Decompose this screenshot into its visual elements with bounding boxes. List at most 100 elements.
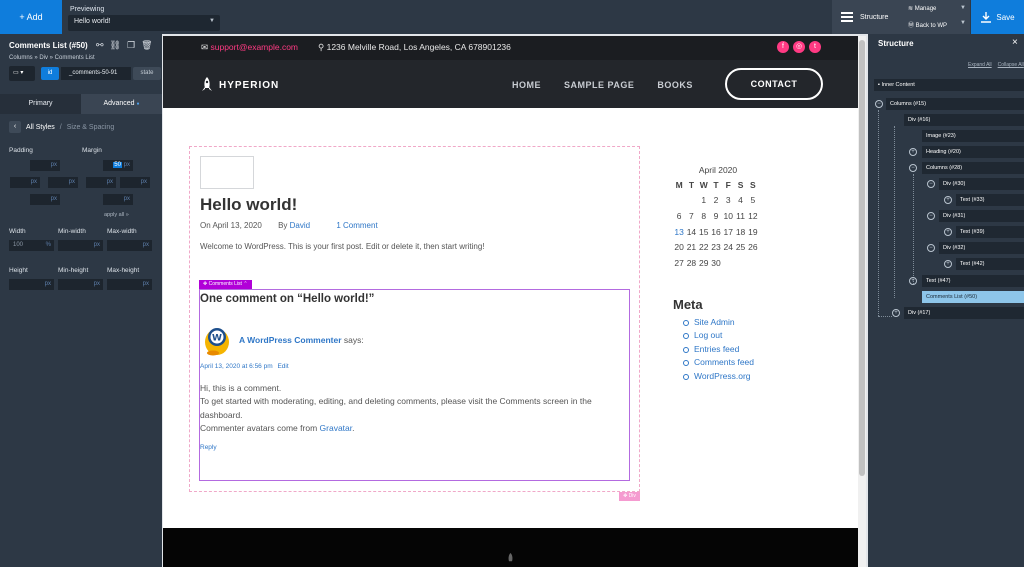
- calendar-day-head: M: [675, 179, 683, 190]
- add-button[interactable]: + Add: [0, 0, 62, 34]
- all-styles-link[interactable]: All Styles: [26, 124, 55, 131]
- post-image[interactable]: [200, 156, 254, 189]
- apply-all-link[interactable]: apply all »: [104, 212, 129, 218]
- calendar-day: 15: [698, 226, 709, 237]
- tree-node-inner-content[interactable]: ▪ Inner Content: [874, 79, 1024, 91]
- tree-node-columns-15[interactable]: Columns (#15): [886, 98, 1024, 110]
- meta-entries-feed[interactable]: Entries feed: [683, 344, 754, 357]
- save-button[interactable]: Save: [971, 0, 1024, 34]
- preview-select[interactable]: Hello world! ▼: [68, 15, 220, 31]
- tree-node-text-47[interactable]: Text (#47): [922, 275, 1024, 287]
- width-input[interactable]: 100%: [9, 240, 54, 251]
- facebook-icon[interactable]: f: [777, 41, 789, 53]
- margin-right-input[interactable]: px: [120, 177, 150, 188]
- comments-list-tag[interactable]: ✥ Comments List ⌃: [199, 280, 252, 289]
- padding-right-input[interactable]: px: [48, 177, 78, 188]
- padding-bottom-input[interactable]: px: [30, 194, 60, 205]
- meta-site-admin[interactable]: Site Admin: [683, 317, 754, 330]
- meta-comments-feed[interactable]: Comments feed: [683, 357, 754, 370]
- margin-top-input[interactable]: 50 px: [103, 160, 133, 171]
- collapse-all-link[interactable]: Collapse All: [998, 62, 1024, 68]
- meta-log-out[interactable]: Log out: [683, 330, 754, 343]
- tree-node-div-30[interactable]: Div (#30): [939, 178, 1024, 190]
- chevron-left-icon[interactable]: ‹: [9, 121, 21, 133]
- tree-node-div-16[interactable]: Div (#16): [904, 114, 1024, 126]
- calendar-day: [673, 193, 685, 209]
- tree-node-heading-20[interactable]: Heading (#20): [922, 146, 1024, 158]
- tab-primary[interactable]: Primary: [0, 94, 81, 114]
- instagram-icon[interactable]: ◎: [793, 41, 805, 53]
- min-width-input[interactable]: px: [58, 240, 103, 251]
- meta-title: Meta: [673, 297, 703, 312]
- gravatar-link[interactable]: Gravatar: [320, 423, 353, 433]
- id-tag[interactable]: id: [41, 67, 59, 80]
- tree-node-text-33[interactable]: Text (#33): [956, 194, 1024, 206]
- canvas-scrollbar[interactable]: [858, 36, 866, 567]
- expand-toggle-icon[interactable]: +: [892, 309, 900, 317]
- manage-icon: ≋: [908, 6, 915, 12]
- scrollbar-thumb[interactable]: [859, 40, 865, 476]
- back-to-wp-label: Back to WP: [915, 23, 948, 29]
- previewing-label: Previewing: [70, 6, 105, 13]
- contact-button[interactable]: CONTACT: [725, 68, 823, 100]
- manage-menu[interactable]: ≋ Manage ▼ Ⓦ Back to WP ▼: [900, 0, 970, 34]
- padding-top-input[interactable]: px: [30, 160, 60, 171]
- collapse-toggle-icon[interactable]: −: [927, 180, 935, 188]
- nav-books[interactable]: BOOKS: [657, 80, 693, 90]
- post-author-link[interactable]: David: [290, 221, 310, 230]
- tree-node-div-32[interactable]: Div (#32): [939, 242, 1024, 254]
- reply-link[interactable]: Reply: [200, 444, 217, 451]
- manage-item[interactable]: ≋ Manage: [908, 5, 936, 12]
- comment-date-link[interactable]: April 13, 2020 at 6:56 pm: [200, 363, 273, 370]
- twitter-icon[interactable]: t: [809, 41, 821, 53]
- trash-icon[interactable]: 🗑: [141, 40, 152, 51]
- expand-toggle-icon[interactable]: +: [944, 228, 952, 236]
- commenter-link[interactable]: A WordPress Commenter: [239, 335, 342, 345]
- expand-toggle-icon[interactable]: +: [944, 260, 952, 268]
- tree-node-comments-list-50[interactable]: Comments List (#50): [922, 291, 1024, 303]
- div-tag[interactable]: ✥ Div: [619, 492, 640, 501]
- duplicate-icon[interactable]: ❐: [127, 40, 135, 51]
- tree-node-columns-28[interactable]: Columns (#28): [922, 162, 1024, 174]
- min-height-input[interactable]: px: [58, 279, 103, 290]
- device-select[interactable]: ▭ ▾: [9, 66, 35, 81]
- collapse-toggle-icon[interactable]: −: [927, 244, 935, 252]
- link-icon[interactable]: ⛓: [110, 40, 121, 51]
- tree-node-text-39[interactable]: Text (#39): [956, 226, 1024, 238]
- height-input[interactable]: px: [9, 279, 54, 290]
- tab-advanced[interactable]: Advanced ●: [81, 94, 162, 114]
- collapse-toggle-icon[interactable]: −: [875, 100, 883, 108]
- post-title[interactable]: Hello world!: [200, 195, 297, 215]
- tree-node-image-23[interactable]: Image (#23): [922, 130, 1024, 142]
- tree-node-text-42[interactable]: Text (#42): [956, 258, 1024, 270]
- unit-label: px: [123, 162, 130, 168]
- expand-all-link[interactable]: Expand All: [968, 62, 992, 68]
- nav-home[interactable]: HOME: [512, 80, 541, 90]
- state-button[interactable]: state: [133, 67, 161, 80]
- margin-bottom-input[interactable]: px: [103, 194, 133, 205]
- expand-toggle-icon[interactable]: +: [909, 277, 917, 285]
- collapse-toggle-icon[interactable]: −: [927, 212, 935, 220]
- unit-label: px: [68, 179, 75, 185]
- collapse-toggle-icon[interactable]: −: [909, 164, 917, 172]
- expand-toggle-icon[interactable]: +: [909, 148, 917, 156]
- close-icon[interactable]: ×: [1012, 37, 1018, 48]
- comment-edit-link[interactable]: Edit: [277, 363, 288, 370]
- max-height-input[interactable]: px: [107, 279, 152, 290]
- max-width-input[interactable]: px: [107, 240, 152, 251]
- expand-toggle-icon[interactable]: +: [944, 196, 952, 204]
- email-link[interactable]: ✉ support@example.com: [201, 42, 298, 53]
- margin-left-input[interactable]: px: [86, 177, 116, 188]
- tree-node-div-17[interactable]: Div (#17): [904, 307, 1024, 319]
- calendar-day-link[interactable]: 13: [673, 224, 685, 240]
- hierarchy-icon[interactable]: ⚯: [96, 40, 104, 51]
- post-comments-link[interactable]: 1 Comment: [336, 221, 377, 230]
- meta-wordpress-org[interactable]: WordPress.org: [683, 371, 754, 384]
- id-value[interactable]: _comments-50-91: [61, 67, 131, 80]
- nav-sample-page[interactable]: SAMPLE PAGE: [564, 80, 634, 90]
- structure-button[interactable]: Structure: [832, 0, 900, 34]
- site-logo[interactable]: HYPERION: [201, 77, 279, 93]
- back-to-wp-link[interactable]: Ⓦ Back to WP: [908, 20, 947, 29]
- padding-left-input[interactable]: px: [10, 177, 40, 188]
- tree-node-div-31[interactable]: Div (#31): [939, 210, 1024, 222]
